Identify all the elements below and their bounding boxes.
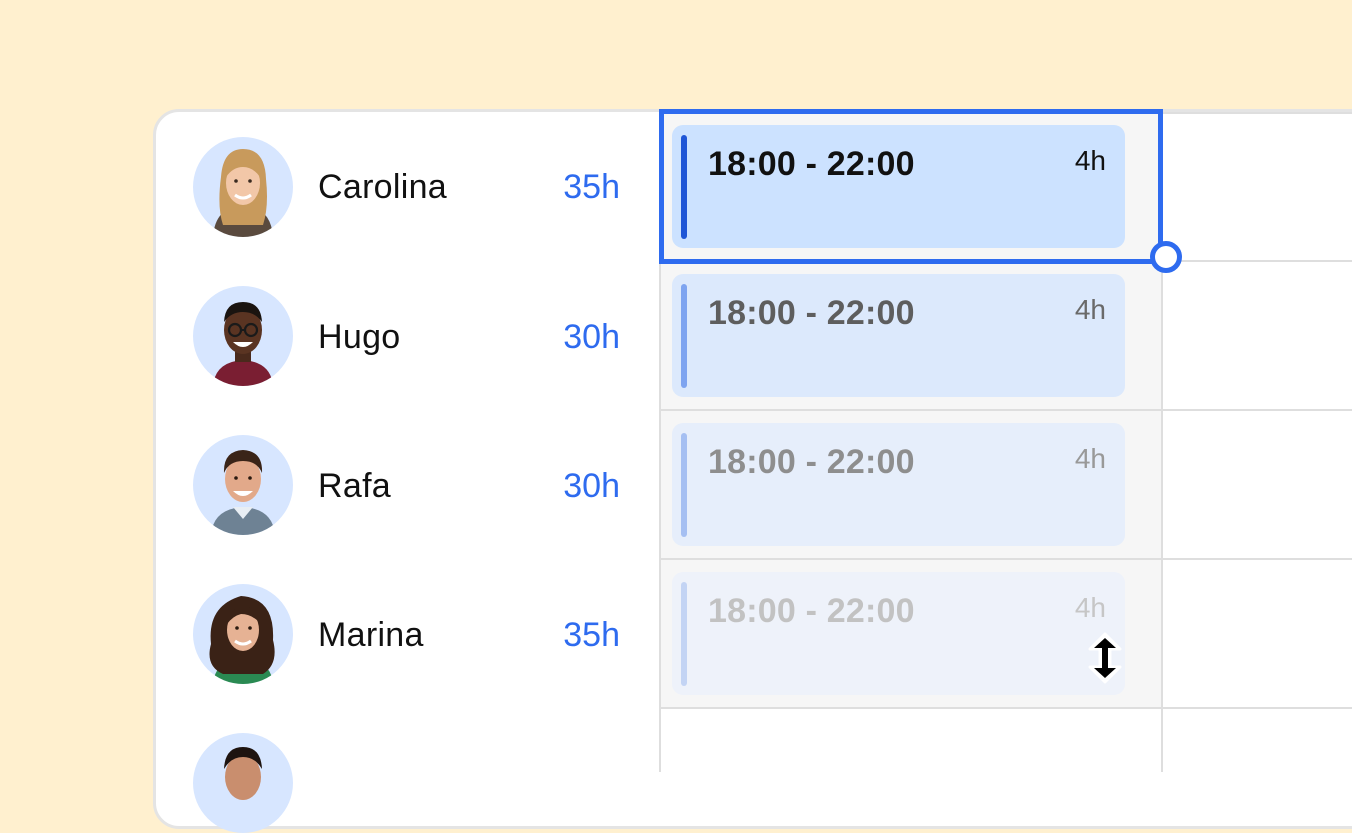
shift-card[interactable]: 18:00 - 22:00 4h: [672, 572, 1125, 695]
shift-card[interactable]: 18:00 - 22:00 4h: [672, 423, 1125, 546]
shift-time: 18:00 - 22:00: [708, 443, 915, 481]
woman-curly-avatar-icon: [209, 596, 275, 684]
selection-outline: [659, 109, 1163, 264]
avatar-rafa[interactable]: [193, 435, 293, 535]
shift-duration: 4h: [1074, 592, 1106, 623]
employee-hours: 35h: [563, 616, 620, 654]
avatar-carolina[interactable]: [193, 137, 293, 237]
employee-hours: 30h: [563, 467, 620, 505]
employee-name: Rafa: [318, 467, 392, 505]
shift-time: 18:00 - 22:00: [708, 592, 915, 630]
employee-name: Carolina: [318, 168, 448, 206]
employee-hours: 30h: [563, 318, 620, 356]
man-smiling-avatar-icon: [211, 450, 275, 535]
grid-line-row-2: [660, 409, 1352, 411]
resize-vertical-cursor-icon: [1086, 632, 1124, 689]
avatar-partial[interactable]: [193, 733, 293, 833]
shift-duration: 4h: [1074, 443, 1106, 474]
grid-line-row-3: [660, 558, 1352, 560]
shift-color-bar: [681, 284, 687, 388]
shift-time: 18:00 - 22:00: [708, 294, 915, 332]
shift-color-bar: [681, 582, 687, 686]
woman-blonde-avatar-icon: [213, 149, 273, 237]
employee-hours: 35h: [563, 168, 620, 206]
avatar-hugo[interactable]: [193, 286, 293, 386]
man-partial-avatar-icon: [224, 747, 262, 800]
resize-handle[interactable]: [1150, 241, 1182, 273]
grid-line-top: [1162, 112, 1352, 114]
employee-name: Hugo: [318, 318, 401, 356]
shift-color-bar: [681, 433, 687, 537]
grid-line-row-4: [660, 707, 1352, 709]
shift-card[interactable]: 18:00 - 22:00 4h: [672, 274, 1125, 397]
shift-duration: 4h: [1074, 294, 1106, 325]
man-glasses-avatar-icon: [213, 302, 273, 386]
avatar-marina[interactable]: [193, 584, 293, 684]
employee-name: Marina: [318, 616, 424, 654]
